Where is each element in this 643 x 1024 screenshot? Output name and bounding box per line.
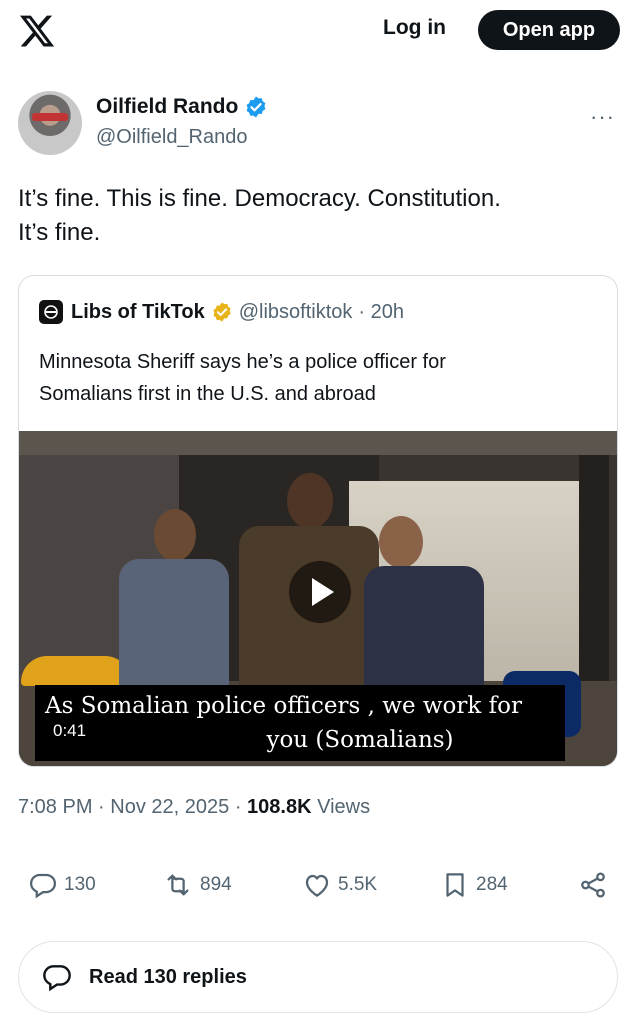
video-duration: 0:41: [53, 721, 87, 740]
open-app-button[interactable]: Open app: [478, 10, 620, 50]
like-count: 5.5K: [338, 874, 378, 895]
verified-badge-icon: [246, 96, 266, 118]
top-bar: Log in Open app: [0, 0, 643, 60]
heart-icon: [305, 874, 329, 897]
action-bar: 130 894 5.5K 284: [0, 870, 643, 910]
play-button-icon[interactable]: [289, 561, 351, 623]
author-name[interactable]: Oilfield Rando: [96, 95, 268, 119]
quoted-post[interactable]: Libs of TikTok @libsoftiktok · 20h Minne…: [18, 275, 618, 767]
meta-separator: ·: [234, 796, 248, 818]
share-icon: [581, 872, 605, 898]
reply-button[interactable]: 130: [28, 870, 96, 900]
bookmark-icon: [446, 873, 464, 897]
quoted-author-handle[interactable]: @libsoftiktok: [239, 301, 353, 324]
video-scene-flowers: [21, 656, 131, 686]
quoted-post-text: Minnesota Sheriff says he’s a police off…: [39, 346, 599, 410]
quoted-text-line1: Minnesota Sheriff says he’s a police off…: [39, 351, 446, 373]
meta-separator: ·: [98, 796, 111, 818]
post-text-line2: It’s fine.: [18, 219, 101, 246]
reply-icon: [29, 873, 57, 899]
author-name-text: Oilfield Rando: [96, 95, 239, 118]
quoted-avatar-icon: [44, 305, 58, 319]
repost-button[interactable]: 894: [162, 870, 232, 900]
video-player[interactable]: As Somalian police officers , we work fo…: [19, 431, 617, 766]
video-caption-line1: As Somalian police officers , we work fo…: [45, 693, 522, 719]
post-date[interactable]: Nov 22, 2025: [110, 796, 229, 818]
reply-count: 130: [64, 874, 96, 895]
quoted-author-name[interactable]: Libs of TikTok: [71, 301, 205, 324]
post-time[interactable]: 7:08 PM: [18, 796, 92, 818]
views-count: 108.8K: [247, 796, 312, 818]
open-app-label: Open app: [502, 18, 596, 41]
post-text: It’s fine. This is fine. Democracy. Cons…: [18, 182, 618, 250]
quoted-post-time: · 20h: [358, 300, 404, 323]
read-replies-button[interactable]: Read 130 replies: [18, 941, 618, 1013]
quoted-text-line2: Somalians first in the U.S. and abroad: [39, 383, 376, 405]
views-label: Views: [317, 796, 371, 818]
post-meta: 7:08 PM · Nov 22, 2025 · 108.8K Views: [18, 796, 370, 819]
bookmark-button[interactable]: 284: [440, 870, 508, 900]
reply-bubble-icon: [43, 965, 71, 992]
x-logo-icon[interactable]: [18, 12, 56, 50]
bookmark-count: 284: [476, 874, 508, 895]
quoted-avatar[interactable]: [39, 300, 63, 324]
video-scene-ceiling: [19, 431, 617, 455]
play-triangle: [312, 578, 334, 606]
read-replies-label: Read 130 replies: [89, 965, 247, 988]
post-text-line1: It’s fine. This is fine. Democracy. Cons…: [18, 185, 501, 212]
quoted-post-header: Libs of TikTok @libsoftiktok · 20h: [39, 300, 404, 324]
gold-verified-badge-icon: [213, 302, 231, 322]
video-caption-line2: you (Somalians): [266, 727, 454, 753]
more-options-icon[interactable]: ···: [590, 104, 615, 130]
like-button[interactable]: 5.5K: [302, 870, 377, 900]
author-handle[interactable]: @Oilfield_Rando: [96, 126, 248, 149]
repost-count: 894: [200, 874, 232, 895]
author-avatar[interactable]: [18, 91, 82, 155]
repost-icon: [167, 874, 189, 896]
avatar-detail: [32, 113, 68, 121]
share-button[interactable]: [578, 870, 614, 900]
login-link[interactable]: Log in: [383, 16, 446, 40]
video-caption: As Somalian police officers , we work fo…: [35, 685, 565, 761]
